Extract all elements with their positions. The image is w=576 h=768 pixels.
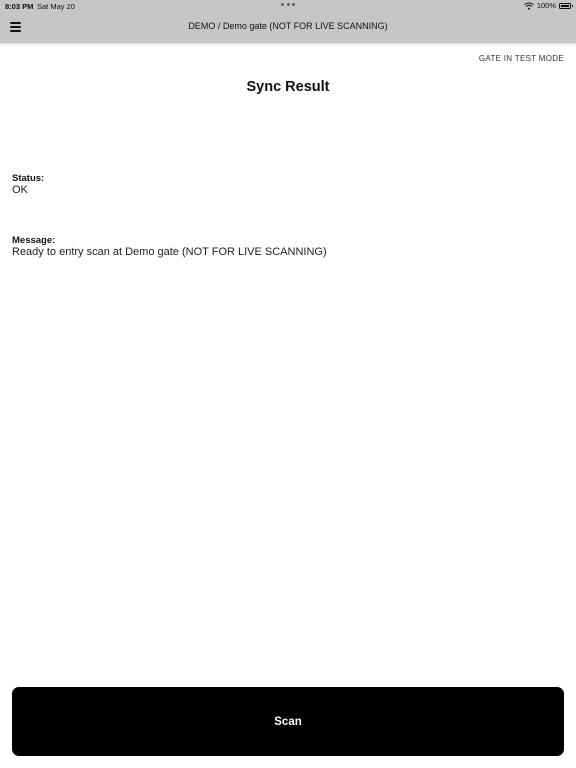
nav-title: DEMO / Demo gate (NOT FOR LIVE SCANNING) xyxy=(188,21,388,31)
wifi-icon xyxy=(523,2,534,10)
status-time: 8:03 PM xyxy=(5,2,34,11)
status-bar: 8:03 PM Sat May 20 100% xyxy=(0,0,576,12)
gate-mode-indicator: GATE IN TEST MODE xyxy=(478,54,564,63)
status-value: OK xyxy=(12,184,28,196)
navigation-bar: 8:03 PM Sat May 20 100% DEMO / Demo gate… xyxy=(0,0,576,43)
multitasking-dots-icon[interactable] xyxy=(281,3,295,7)
status-label: Status: xyxy=(12,173,45,184)
page-title: Sync Result xyxy=(246,79,330,95)
status-date: Sat May 20 xyxy=(37,2,75,11)
battery-percent: 100% xyxy=(536,1,556,10)
battery-icon xyxy=(559,2,573,9)
status-right-group: 100% xyxy=(523,1,573,10)
message-value: Ready to entry scan at Demo gate (NOT FO… xyxy=(12,246,327,258)
scan-button[interactable]: Scan xyxy=(12,687,564,756)
sync-result-screen: 8:03 PM Sat May 20 100% DEMO / Demo gate… xyxy=(0,0,576,768)
message-label: Message: xyxy=(12,235,56,246)
